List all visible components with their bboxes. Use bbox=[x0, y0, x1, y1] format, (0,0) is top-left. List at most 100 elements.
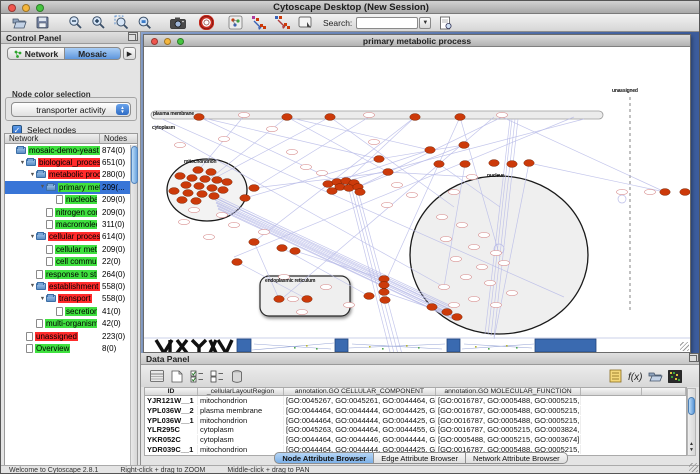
app-resize-grip[interactable] bbox=[689, 463, 698, 472]
graph-node[interactable] bbox=[207, 185, 217, 192]
tree-row[interactable]: ▼biological_process651(0) bbox=[5, 156, 137, 168]
graph-node[interactable] bbox=[383, 169, 393, 176]
graph-node[interactable] bbox=[249, 239, 259, 246]
graph-node[interactable] bbox=[427, 304, 437, 311]
network-name[interactable]: cellular metabo bbox=[55, 245, 97, 254]
column-header[interactable]: _cellularLayoutRegion bbox=[198, 388, 284, 395]
network-name[interactable]: primary metabo bbox=[58, 183, 100, 192]
graph-node[interactable] bbox=[455, 114, 465, 121]
network-name[interactable]: Overview bbox=[35, 344, 70, 353]
search-input[interactable] bbox=[356, 17, 418, 29]
network-name[interactable]: cellular process bbox=[48, 232, 100, 241]
tree-row[interactable]: cellular metabo209(0) bbox=[5, 243, 137, 255]
annotation-icon[interactable] bbox=[296, 15, 313, 31]
zoom-fit-icon[interactable] bbox=[136, 15, 153, 31]
network-name[interactable]: response to stimulu bbox=[45, 270, 97, 279]
formula-icon[interactable]: f(x) bbox=[627, 368, 643, 384]
tree-row[interactable]: macromolecule311(0) bbox=[5, 218, 137, 230]
graph-node[interactable] bbox=[452, 314, 462, 321]
graph-node[interactable] bbox=[209, 193, 219, 200]
network-name[interactable]: secretion bbox=[65, 307, 97, 316]
strip-node[interactable] bbox=[237, 339, 251, 352]
tree-row[interactable]: mosaic-demo-yeast874(0) bbox=[5, 144, 137, 156]
graph-node[interactable] bbox=[355, 189, 365, 196]
graph-node[interactable] bbox=[460, 161, 470, 168]
network-name[interactable]: metabolic process bbox=[48, 170, 100, 179]
graph-node[interactable] bbox=[193, 167, 203, 174]
graph-node[interactable] bbox=[232, 259, 242, 266]
graph-node[interactable] bbox=[507, 161, 517, 168]
tree-row[interactable]: ▼cellular process614(0) bbox=[5, 231, 137, 243]
tree-row[interactable]: unassigned223(0) bbox=[5, 330, 137, 342]
graph-node[interactable] bbox=[325, 114, 335, 121]
graph-node[interactable] bbox=[200, 176, 210, 183]
delete-attribute-icon[interactable] bbox=[229, 368, 245, 384]
zoom-selected-icon[interactable] bbox=[113, 15, 130, 31]
column-header[interactable]: annotation.GO MOLECULAR_FUNCTION bbox=[436, 388, 581, 395]
graph-node[interactable] bbox=[442, 309, 452, 316]
tree-row[interactable]: nitrogen compo209(0) bbox=[5, 206, 137, 218]
table-row[interactable]: YKR052Ccytoplasm[GO:0044464, GO:0044446,… bbox=[145, 435, 686, 445]
network-canvas[interactable]: plasma membrane cytoplasm mitochondrion … bbox=[144, 47, 690, 352]
expander-icon[interactable]: ▼ bbox=[29, 172, 36, 178]
tree-row[interactable]: ▼establishment of lo558(0) bbox=[5, 280, 137, 292]
graph-node[interactable] bbox=[240, 195, 250, 202]
help-icon[interactable] bbox=[198, 15, 215, 31]
strip-node[interactable] bbox=[535, 339, 596, 352]
graph-node[interactable] bbox=[169, 188, 179, 195]
window-titlebar[interactable]: Cytoscape Desktop (New Session) bbox=[1, 1, 700, 14]
graph-node[interactable] bbox=[327, 188, 337, 195]
network-name[interactable]: nucleobase- bbox=[65, 195, 97, 204]
tree-row[interactable]: response to stimulu264(0) bbox=[5, 268, 137, 280]
tree-row[interactable]: nucleobase-209(0) bbox=[5, 194, 137, 206]
tab-network[interactable]: Network bbox=[7, 47, 65, 60]
graph-node[interactable] bbox=[524, 160, 534, 167]
graph-node[interactable] bbox=[410, 114, 420, 121]
tree-scrollbar-thumb[interactable] bbox=[131, 146, 138, 184]
network-name[interactable]: biological_process bbox=[38, 158, 100, 167]
save-icon[interactable] bbox=[34, 15, 51, 31]
graph-node[interactable] bbox=[302, 296, 312, 303]
attribute-list-icon[interactable] bbox=[607, 368, 623, 384]
expander-icon[interactable]: ▼ bbox=[29, 283, 36, 289]
graph-node[interactable] bbox=[175, 173, 185, 180]
attribute-matrix-icon[interactable] bbox=[667, 368, 683, 384]
graph-node[interactable] bbox=[222, 179, 232, 186]
expander-icon[interactable]: ▼ bbox=[39, 184, 46, 190]
table-row[interactable]: YLR295Ccytoplasm[GO:0045263, GO:0044464,… bbox=[145, 425, 686, 435]
new-attribute-icon[interactable] bbox=[169, 368, 185, 384]
tree-row[interactable]: Overview8(0) bbox=[5, 342, 137, 354]
tree-scrollbar[interactable] bbox=[130, 145, 137, 474]
more-tabs-arrow[interactable]: ▶ bbox=[123, 47, 136, 60]
network-column-header[interactable]: Network bbox=[5, 134, 100, 143]
graph-node[interactable] bbox=[425, 147, 435, 154]
graph-node[interactable] bbox=[344, 185, 354, 192]
graph-node[interactable] bbox=[274, 296, 284, 303]
network-name[interactable]: unassigned bbox=[35, 332, 78, 341]
column-header[interactable] bbox=[642, 388, 686, 395]
graph-node[interactable] bbox=[183, 190, 193, 197]
table-row[interactable]: YJR121W__1mitochondrion[GO:0045267, GO:0… bbox=[145, 396, 686, 406]
graph-node[interactable] bbox=[218, 187, 228, 194]
tab-edge-attribute-browser[interactable]: Edge Attribute Browser bbox=[374, 452, 466, 464]
network-name[interactable]: multi-organism pro bbox=[45, 319, 97, 328]
graph-node[interactable] bbox=[187, 175, 197, 182]
table-scrollbar-thumb[interactable] bbox=[688, 397, 695, 415]
attribute-table-icon[interactable] bbox=[149, 368, 165, 384]
network-name[interactable]: mosaic-demo-yeast bbox=[28, 146, 100, 155]
graph-node[interactable] bbox=[290, 248, 300, 255]
column-header[interactable] bbox=[581, 388, 642, 395]
select-attributes-icon[interactable] bbox=[189, 368, 205, 384]
graph-node[interactable] bbox=[459, 142, 469, 149]
graph-node[interactable] bbox=[374, 156, 384, 163]
graph-node[interactable] bbox=[489, 160, 499, 167]
expander-icon[interactable]: ▼ bbox=[39, 296, 46, 302]
tree-row[interactable]: ▼metabolic process280(0) bbox=[5, 169, 137, 181]
graph-node[interactable] bbox=[282, 114, 292, 121]
expander-icon[interactable]: ▼ bbox=[19, 160, 26, 166]
graph-node[interactable] bbox=[197, 191, 207, 198]
tree-row[interactable]: multi-organism pro42(0) bbox=[5, 317, 137, 329]
float-data-panel-icon[interactable] bbox=[689, 355, 697, 362]
network-view-window[interactable]: primary metabolic process plasma membran… bbox=[143, 34, 691, 353]
table-row[interactable]: YPL036W__2plasma membrane[GO:0044464, GO… bbox=[145, 406, 686, 416]
